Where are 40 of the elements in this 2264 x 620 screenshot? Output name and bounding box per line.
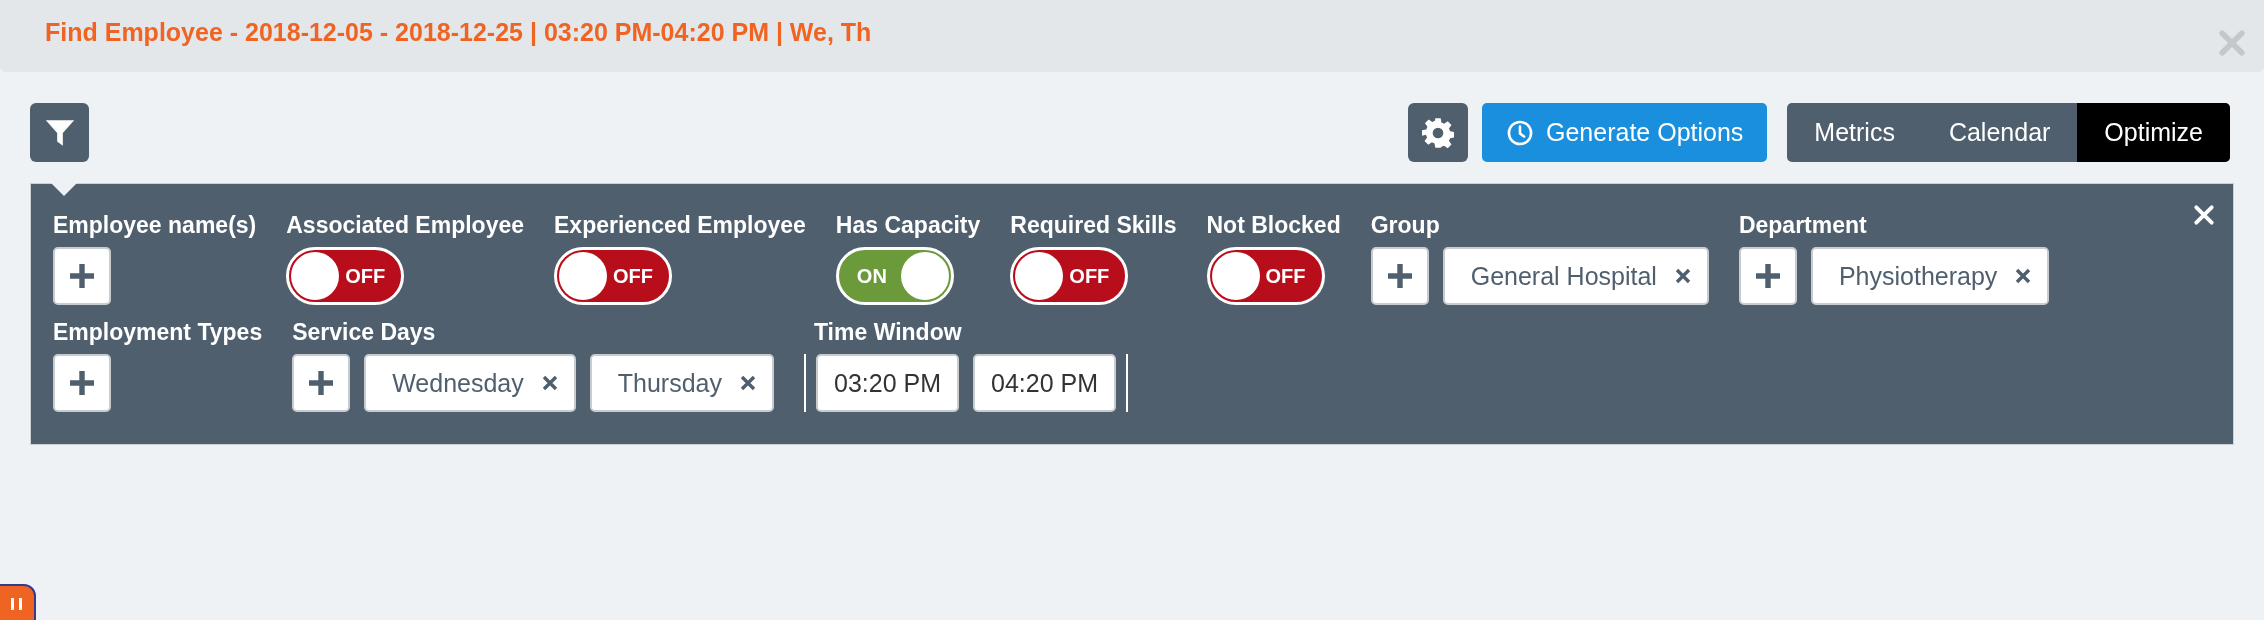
filter-label: Employment Types: [53, 319, 263, 346]
chip-label: Wednesday: [392, 368, 524, 398]
pointer-icon: [51, 183, 77, 196]
filter-label: Associated Employee: [286, 212, 524, 239]
view-tab[interactable]: Optimize: [2077, 103, 2230, 162]
time-field[interactable]: 04:20 PM: [973, 354, 1116, 412]
chip-label: Physiotherapy: [1838, 261, 1998, 291]
generate-options-button[interactable]: Generate Options: [1482, 103, 1768, 162]
filter-button[interactable]: [30, 103, 89, 162]
filter-label: Department: [1738, 212, 1868, 239]
filter-label: Service Days: [292, 319, 437, 346]
filter-label: Not Blocked: [1206, 212, 1341, 239]
add-button[interactable]: [1370, 247, 1429, 305]
add-button[interactable]: [1738, 247, 1797, 305]
settings-button[interactable]: [1408, 103, 1468, 162]
filter-label: Employee name(s): [53, 212, 257, 239]
view-tab[interactable]: Calendar: [1921, 103, 2078, 162]
window-title: Find Employee - 2018-12-05 - 2018-12-25 | 03:20 PM-04:20 PM | We, Th: [45, 17, 873, 47]
remove-icon[interactable]: [738, 373, 758, 393]
toggle-switch[interactable]: OFF: [286, 247, 405, 305]
filter-label: Experienced Employee: [554, 212, 806, 239]
toggle-switch[interactable]: OFF: [1010, 247, 1129, 305]
filter-label: Group: [1370, 212, 1441, 239]
add-button[interactable]: [53, 354, 111, 412]
clock-icon: [1506, 118, 1534, 147]
add-button[interactable]: [53, 247, 111, 305]
plus-icon: [67, 368, 97, 398]
time-field[interactable]: 03:20 PM: [816, 354, 959, 412]
chip-label: General Hospital: [1470, 261, 1657, 291]
settings-icon: [1422, 116, 1454, 149]
filter-label: Has Capacity: [835, 212, 981, 239]
chip-label: Thursday: [617, 368, 722, 398]
plus-icon: [67, 261, 97, 291]
filter-label: Required Skills: [1010, 212, 1177, 239]
view-tab[interactable]: Metrics: [1787, 103, 1922, 162]
pause-icon: [10, 598, 22, 610]
toggle-switch[interactable]: OFF: [554, 247, 672, 305]
toggle-switch[interactable]: OFF: [1206, 247, 1325, 305]
add-button[interactable]: [292, 354, 351, 412]
filter-label: Time Window: [813, 319, 963, 346]
